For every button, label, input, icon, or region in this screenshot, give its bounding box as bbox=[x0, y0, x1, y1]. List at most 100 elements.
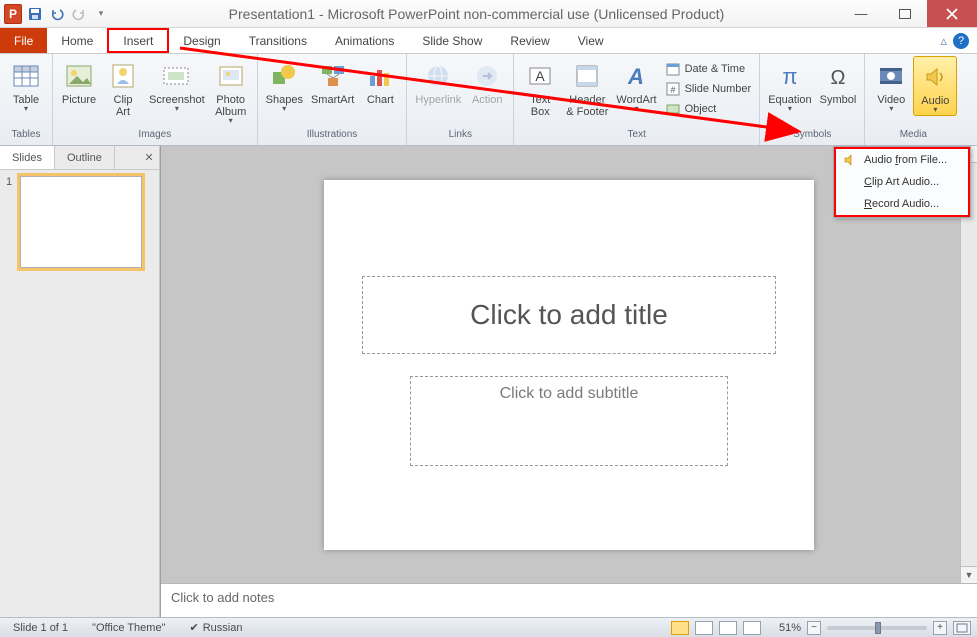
hyperlink-button: Hyperlink bbox=[411, 56, 465, 108]
view-normal-button[interactable] bbox=[671, 621, 689, 635]
thumbnail-image bbox=[20, 176, 142, 268]
audio-icon bbox=[842, 152, 858, 168]
ribbon-minimize-icon[interactable]: ▵ bbox=[940, 33, 947, 49]
tab-transitions[interactable]: Transitions bbox=[235, 28, 321, 53]
menu-audio-from-file[interactable]: Audio from File... bbox=[836, 149, 968, 171]
picture-button[interactable]: Picture bbox=[57, 56, 101, 108]
menu-clipart-audio[interactable]: Clip Art Audio... bbox=[836, 171, 968, 193]
pane-close-button[interactable]: ✕ bbox=[139, 146, 159, 169]
photoalbum-button[interactable]: Photo Album ▾ bbox=[209, 56, 253, 126]
audio-button[interactable]: Audio ▾ bbox=[913, 56, 957, 116]
smartart-button[interactable]: SmartArt bbox=[307, 56, 358, 108]
redo-icon[interactable] bbox=[70, 5, 88, 23]
notes-pane[interactable]: Click to add notes bbox=[161, 583, 977, 617]
table-icon bbox=[10, 60, 42, 92]
pane-tabs: Slides Outline ✕ bbox=[0, 146, 159, 170]
wordart-icon: A bbox=[620, 60, 652, 92]
clipart-button[interactable]: Clip Art bbox=[101, 56, 145, 120]
slidenumber-button[interactable]: #Slide Number bbox=[661, 80, 756, 98]
tab-insert[interactable]: Insert bbox=[107, 28, 169, 53]
svg-text:π: π bbox=[782, 64, 797, 89]
svg-text:#: # bbox=[670, 85, 675, 95]
minimize-button[interactable]: — bbox=[839, 0, 883, 27]
tab-view[interactable]: View bbox=[564, 28, 618, 53]
symbol-icon: Ω bbox=[822, 60, 854, 92]
chevron-down-icon: ▾ bbox=[788, 106, 792, 112]
audio-icon bbox=[919, 61, 951, 93]
view-sorter-button[interactable] bbox=[695, 621, 713, 635]
wordart-button[interactable]: A WordArt ▾ bbox=[612, 56, 660, 114]
zoom-in-button[interactable]: + bbox=[933, 621, 947, 635]
picture-icon bbox=[63, 60, 95, 92]
slide-thumbnail-1[interactable]: 1 bbox=[6, 176, 153, 268]
quick-access-toolbar: P ▾ bbox=[0, 5, 114, 23]
status-language[interactable]: ✔Russian bbox=[182, 620, 249, 635]
view-slideshow-button[interactable] bbox=[743, 621, 761, 635]
chart-button[interactable]: Chart bbox=[358, 56, 402, 108]
textbox-button[interactable]: A Text Box bbox=[518, 56, 562, 120]
tab-home[interactable]: Home bbox=[47, 28, 107, 53]
headerfooter-button[interactable]: Header & Footer bbox=[562, 56, 612, 120]
hyperlink-icon bbox=[422, 60, 454, 92]
help-icon[interactable]: ? bbox=[953, 33, 969, 49]
pane-tab-outline[interactable]: Outline bbox=[55, 146, 115, 169]
shapes-button[interactable]: Shapes ▾ bbox=[262, 56, 307, 114]
group-tables: Table ▾ Tables bbox=[0, 54, 53, 145]
qat-customize-icon[interactable]: ▾ bbox=[92, 5, 110, 23]
tab-slideshow[interactable]: Slide Show bbox=[408, 28, 496, 53]
screenshot-button[interactable]: Screenshot ▾ bbox=[145, 56, 209, 114]
app-icon[interactable]: P bbox=[4, 5, 22, 23]
symbol-button[interactable]: Ω Symbol bbox=[816, 56, 861, 108]
scroll-down-icon[interactable]: ▼ bbox=[961, 566, 977, 583]
undo-icon[interactable] bbox=[48, 5, 66, 23]
equation-button[interactable]: π Equation ▾ bbox=[764, 56, 815, 114]
slide-canvas[interactable]: Click to add title Click to add subtitle bbox=[324, 180, 814, 550]
action-button: Action bbox=[465, 56, 509, 108]
save-icon[interactable] bbox=[26, 5, 44, 23]
equation-icon: π bbox=[774, 60, 806, 92]
close-button[interactable] bbox=[927, 0, 977, 27]
chevron-down-icon: ▾ bbox=[933, 107, 937, 113]
shapes-icon bbox=[268, 60, 300, 92]
svg-text:Ω: Ω bbox=[831, 67, 846, 89]
chevron-down-icon: ▾ bbox=[229, 118, 233, 124]
chevron-down-icon: ▾ bbox=[24, 106, 28, 112]
zoom-slider-thumb[interactable] bbox=[875, 622, 881, 634]
video-icon bbox=[875, 60, 907, 92]
ribbon-tabs: File Home Insert Design Transitions Anim… bbox=[0, 28, 977, 54]
view-reading-button[interactable] bbox=[719, 621, 737, 635]
window-controls: — bbox=[839, 0, 977, 27]
tab-file[interactable]: File bbox=[0, 28, 47, 53]
chevron-down-icon: ▾ bbox=[175, 106, 179, 112]
zoom-slider[interactable] bbox=[827, 626, 927, 630]
tab-review[interactable]: Review bbox=[496, 28, 563, 53]
slide-thumbnails: 1 bbox=[0, 170, 159, 617]
tab-design[interactable]: Design bbox=[169, 28, 234, 53]
photoalbum-icon bbox=[215, 60, 247, 92]
tab-animations[interactable]: Animations bbox=[321, 28, 408, 53]
group-images: Picture Clip Art Screenshot ▾ Photo Albu… bbox=[53, 54, 258, 145]
zoom-level[interactable]: 51% bbox=[779, 622, 801, 634]
maximize-button[interactable] bbox=[883, 0, 927, 27]
headerfooter-icon bbox=[571, 60, 603, 92]
fit-to-window-button[interactable] bbox=[953, 621, 971, 635]
pane-tab-slides[interactable]: Slides bbox=[0, 146, 55, 169]
subtitle-placeholder[interactable]: Click to add subtitle bbox=[410, 376, 728, 466]
title-placeholder[interactable]: Click to add title bbox=[362, 276, 776, 354]
zoom-out-button[interactable]: − bbox=[807, 621, 821, 635]
group-links: Hyperlink Action Links bbox=[407, 54, 514, 145]
chevron-down-icon: ▾ bbox=[634, 106, 638, 112]
datetime-button[interactable]: Date & Time bbox=[661, 60, 756, 78]
status-bar: Slide 1 of 1 "Office Theme" ✔Russian 51%… bbox=[0, 617, 977, 637]
menu-record-audio[interactable]: Record Audio... bbox=[836, 193, 968, 215]
slidenumber-icon: # bbox=[665, 81, 681, 97]
object-button[interactable]: Object bbox=[661, 100, 756, 118]
textbox-icon: A bbox=[524, 60, 556, 92]
table-button[interactable]: Table ▾ bbox=[4, 56, 48, 114]
group-text: A Text Box Header & Footer A WordArt ▾ D… bbox=[514, 54, 760, 145]
clipart-icon bbox=[107, 60, 139, 92]
group-symbols: π Equation ▾ Ω Symbol Symbols bbox=[760, 54, 865, 145]
action-icon bbox=[471, 60, 503, 92]
video-button[interactable]: Video ▾ bbox=[869, 56, 913, 114]
screenshot-icon bbox=[161, 60, 193, 92]
